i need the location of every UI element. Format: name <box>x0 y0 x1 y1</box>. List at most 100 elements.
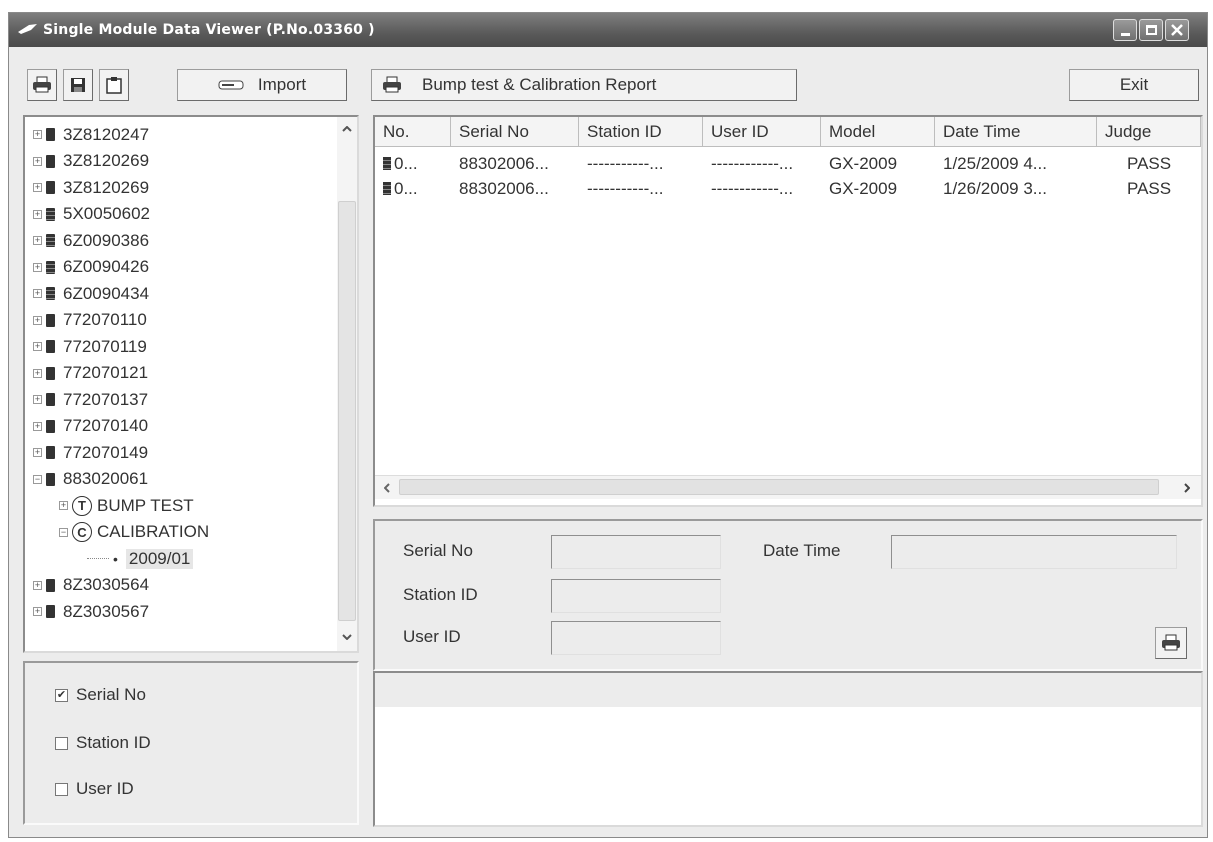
datetime-field[interactable] <box>891 535 1177 569</box>
cell-text: 88302006... <box>459 154 549 173</box>
expand-icon[interactable]: + <box>33 395 42 404</box>
tree-item[interactable]: − C CALIBRATION <box>59 519 209 546</box>
table-cell: PASS <box>1127 179 1171 199</box>
serial-checkbox[interactable]: ✔ <box>55 689 68 703</box>
user-field[interactable] <box>551 621 721 655</box>
tree-item-label: 3Z8120247 <box>63 124 150 144</box>
tree-item[interactable]: +5X0050602 <box>33 201 150 228</box>
expand-icon[interactable]: + <box>33 607 42 616</box>
print-button[interactable] <box>27 69 57 101</box>
device-icon <box>383 182 391 195</box>
tree-item[interactable]: +8Z3030567 <box>33 598 149 625</box>
expand-icon[interactable]: + <box>33 580 42 590</box>
cell-text: 0... <box>394 179 418 198</box>
expand-icon[interactable]: + <box>33 315 42 325</box>
tree-item-label: 772070140 <box>63 416 149 435</box>
expand-icon[interactable]: + <box>33 183 42 192</box>
tree-scroll-thumb[interactable] <box>338 201 356 621</box>
expand-icon[interactable]: + <box>33 368 42 378</box>
scroll-down-arrow[interactable] <box>339 629 355 645</box>
detail-print-button[interactable] <box>1155 627 1187 659</box>
report-button[interactable]: Bump test & Calibration Report <box>371 69 797 101</box>
tree-item[interactable]: − 883020061 <box>33 466 148 493</box>
table-scroll-thumb[interactable] <box>399 479 1159 495</box>
maximize-button[interactable] <box>1139 19 1163 41</box>
station-field[interactable] <box>551 579 721 613</box>
filter-station-option[interactable]: Station ID <box>55 733 151 753</box>
device-tree[interactable]: +3Z8120247 +3Z8120269 +3Z8120269 +5X0050602… <box>23 115 359 653</box>
expand-icon[interactable]: + <box>59 501 68 510</box>
tree-item[interactable]: +3Z8120269 <box>33 148 149 175</box>
save-button[interactable] <box>63 69 93 101</box>
import-button[interactable]: Import <box>177 69 347 101</box>
column-header[interactable]: Judge <box>1097 117 1201 147</box>
column-header[interactable]: Model <box>821 117 935 147</box>
minimize-button[interactable] <box>1113 19 1137 41</box>
expand-icon[interactable]: + <box>33 130 42 139</box>
tree-item[interactable]: +3Z8120269 <box>33 174 149 201</box>
title-bar[interactable]: Single Module Data Viewer (P.No.03360 ) <box>9 13 1207 47</box>
tree-item-label: 772070137 <box>63 389 149 409</box>
scroll-left-arrow[interactable] <box>379 480 395 496</box>
expand-icon[interactable]: + <box>33 236 42 245</box>
tree-item[interactable]: +3Z8120247 <box>33 121 149 148</box>
tree-item[interactable]: +6Z0090386 <box>33 227 149 254</box>
filter-panel: ✔ Serial No Station ID User ID <box>23 661 359 825</box>
tree-item-label: 772070149 <box>63 442 149 462</box>
user-checkbox[interactable] <box>55 783 68 797</box>
expand-icon[interactable]: + <box>33 342 42 351</box>
floppy-disk-icon <box>71 78 85 92</box>
tree-item[interactable]: +8Z3030564 <box>33 572 149 599</box>
scroll-up-arrow[interactable] <box>339 121 355 137</box>
serial-filter-label: Serial No <box>76 685 146 704</box>
clipboard-button[interactable] <box>99 69 129 101</box>
table-row[interactable]: 0... 88302006... -----------... -----------… <box>375 151 1201 177</box>
tree-item[interactable]: +6Z0090434 <box>33 280 149 307</box>
expand-icon[interactable]: + <box>33 209 42 219</box>
tree-item[interactable]: +772070119 <box>33 333 147 360</box>
tree-scrollbar[interactable] <box>337 117 357 651</box>
chevron-right-icon <box>1184 483 1190 493</box>
table-cell: PASS <box>1127 154 1171 174</box>
tree-item[interactable]: +6Z0090426 <box>33 254 149 281</box>
tree-item[interactable]: +772070110 <box>33 307 147 334</box>
close-button[interactable] <box>1165 19 1189 41</box>
tree-item[interactable]: +772070140 <box>33 413 148 440</box>
tree-item[interactable]: +772070137 <box>33 386 148 413</box>
filter-user-option[interactable]: User ID <box>55 779 134 799</box>
expand-icon[interactable]: + <box>33 421 42 431</box>
expand-icon[interactable]: + <box>33 448 42 457</box>
table-cell: GX-2009 <box>829 179 897 199</box>
expand-icon[interactable]: + <box>33 156 42 166</box>
station-checkbox[interactable] <box>55 737 68 751</box>
collapse-icon[interactable]: − <box>33 474 42 484</box>
close-icon <box>1171 24 1183 36</box>
tree-item-label: 3Z8120269 <box>63 177 150 197</box>
calibration-icon: C <box>72 522 92 542</box>
column-header[interactable]: Serial No <box>451 117 579 147</box>
tree-item-label: 3Z8120269 <box>63 151 150 170</box>
collapse-icon[interactable]: − <box>59 527 68 537</box>
cell-text: 1/26/2009 3... <box>943 179 1047 198</box>
scroll-right-arrow[interactable] <box>1179 480 1195 496</box>
column-header[interactable]: No. <box>375 117 451 147</box>
column-header[interactable]: Date Time <box>935 117 1097 147</box>
table-hscrollbar[interactable] <box>375 475 1201 499</box>
tree-item[interactable]: +772070121 <box>33 360 148 387</box>
table-header: No. Serial No Station ID User ID Model Date T… <box>375 117 1201 147</box>
exit-button[interactable]: Exit <box>1069 69 1199 101</box>
expand-icon[interactable]: + <box>33 262 42 272</box>
filter-serial-option[interactable]: ✔ Serial No <box>55 685 146 705</box>
tree-item-label: 772070110 <box>63 310 147 329</box>
serial-field[interactable] <box>551 535 721 569</box>
records-table[interactable]: No. Serial No Station ID User ID Model Date T… <box>373 115 1203 507</box>
column-header[interactable]: Station ID <box>579 117 703 147</box>
tree-item[interactable]: + T BUMP TEST <box>59 492 194 519</box>
tree-item[interactable]: +772070149 <box>33 439 148 466</box>
device-icon <box>46 207 55 221</box>
tree-item[interactable]: • 2009/01 <box>87 545 194 572</box>
expand-icon[interactable]: + <box>33 289 42 298</box>
import-label: Import <box>257 75 307 94</box>
column-header[interactable]: User ID <box>703 117 821 147</box>
table-row[interactable]: 0... 88302006... -----------... -----------… <box>375 176 1201 202</box>
